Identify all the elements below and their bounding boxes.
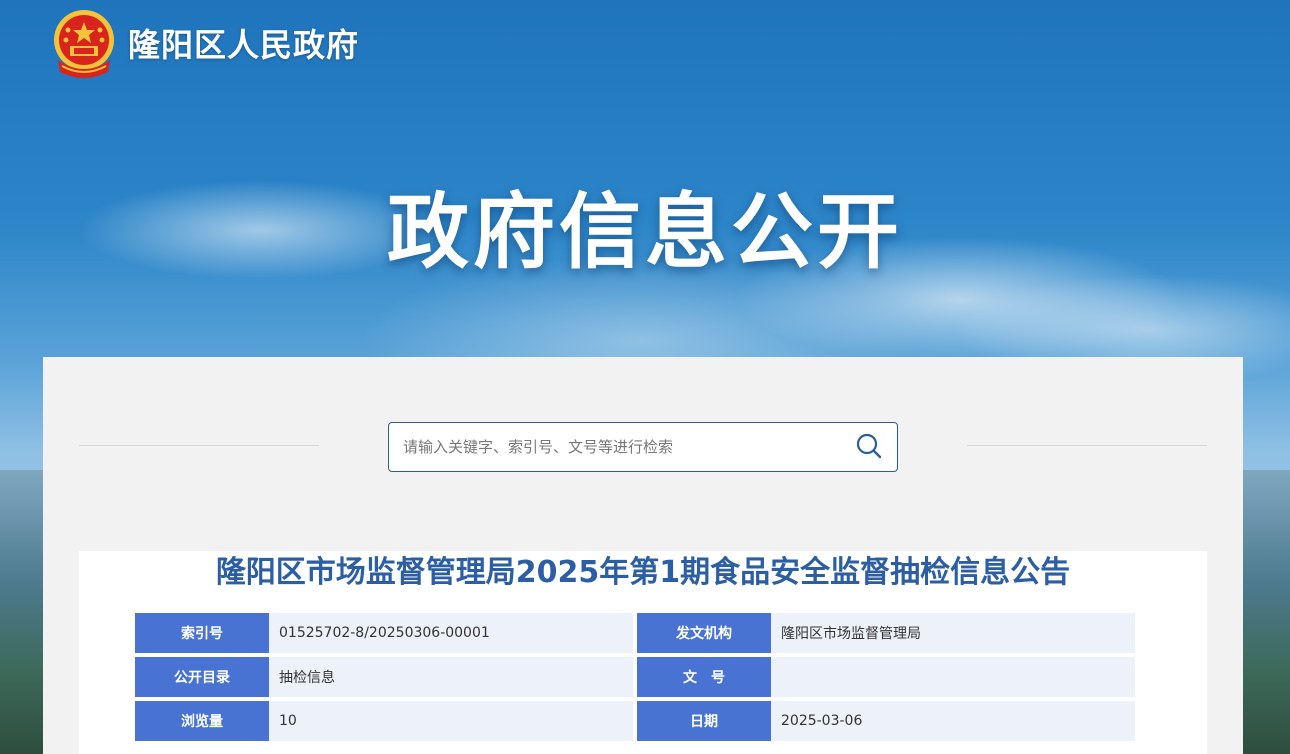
article-card: 隆阳区市场监督管理局2025年第1期食品安全监督抽检信息公告 索引号 01525… [79, 551, 1207, 754]
meta-value-doc-number [771, 657, 1135, 697]
meta-value-views: 10 [269, 701, 633, 741]
meta-label-doc-number: 文 号 [637, 657, 771, 697]
meta-value-issuer: 隆阳区市场监督管理局 [771, 613, 1135, 653]
meta-row: 索引号 01525702-8/20250306-00001 发文机构 隆阳区市场… [135, 613, 1135, 653]
meta-table: 索引号 01525702-8/20250306-00001 发文机构 隆阳区市场… [135, 613, 1135, 745]
scenery-right [1240, 470, 1290, 754]
national-emblem-icon[interactable] [50, 8, 118, 82]
meta-label-index: 索引号 [135, 613, 269, 653]
search-box [388, 422, 898, 472]
hero-title: 政府信息公开 [386, 185, 903, 280]
meta-row: 浏览量 10 日期 2025-03-06 [135, 701, 1135, 741]
meta-label-date: 日期 [637, 701, 771, 741]
site-name[interactable]: 隆阳区人民政府 [128, 20, 359, 66]
meta-label-views: 浏览量 [135, 701, 269, 741]
meta-value-catalog: 抽检信息 [269, 657, 633, 697]
meta-label-issuer: 发文机构 [637, 613, 771, 653]
divider-right [967, 445, 1207, 446]
search-button[interactable] [851, 429, 887, 465]
search-input[interactable] [389, 423, 839, 471]
meta-value-index: 01525702-8/20250306-00001 [269, 613, 633, 653]
meta-label-catalog: 公开目录 [135, 657, 269, 697]
search-icon [856, 433, 882, 458]
meta-row: 公开目录 抽检信息 文 号 [135, 657, 1135, 697]
divider-left [79, 445, 319, 446]
content-panel: 隆阳区市场监督管理局2025年第1期食品安全监督抽检信息公告 索引号 01525… [43, 357, 1243, 754]
article-title: 隆阳区市场监督管理局2025年第1期食品安全监督抽检信息公告 [215, 555, 1071, 590]
meta-value-date: 2025-03-06 [771, 701, 1135, 741]
